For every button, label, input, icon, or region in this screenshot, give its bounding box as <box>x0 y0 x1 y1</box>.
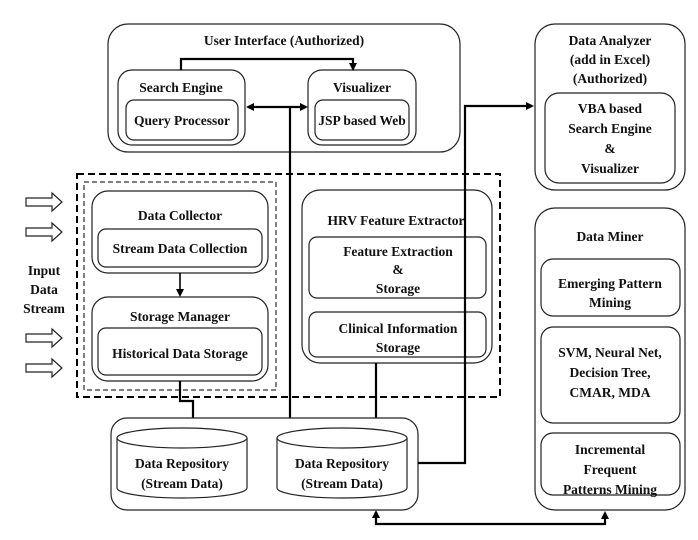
input-arrows: Input Data Stream <box>23 191 66 379</box>
clinical-information-line: Storage <box>376 340 420 355</box>
repository-label-line: (Stream Data) <box>301 476 383 491</box>
input-label-line: Stream <box>23 301 65 316</box>
data-miner-title: Data Miner <box>576 229 643 244</box>
feature-extraction-line: Feature Extraction <box>343 244 453 259</box>
feature-extraction-line: Storage <box>376 281 420 296</box>
system-architecture-diagram: User Interface (Authorized) Search Engin… <box>23 23 686 526</box>
incremental-line: Incremental <box>575 442 645 457</box>
emerging-pattern-line: Emerging Pattern <box>558 276 662 291</box>
input-arrow-icon <box>25 327 63 349</box>
vba-line: VBA based <box>578 101 643 116</box>
historical-data-storage-label: Historical Data Storage <box>112 346 248 361</box>
repository-label-line: Data Repository <box>295 456 389 471</box>
data-repository-right: Data Repository (Stream Data) <box>276 427 408 499</box>
vba-line: Search Engine <box>568 121 651 136</box>
search-engine-title: Search Engine <box>139 80 222 95</box>
repository-label-line: (Stream Data) <box>141 476 223 491</box>
input-arrow-icon <box>25 221 63 243</box>
classifiers-line: Decision Tree, <box>570 365 651 380</box>
repository-label-line: Data Repository <box>135 456 229 471</box>
input-arrow-icon <box>25 357 63 379</box>
classifiers-line: SVM, Neural Net, <box>558 345 661 360</box>
data-analyzer-title-line: Data Analyzer <box>569 33 652 48</box>
incremental-line: Patterns Mining <box>563 482 657 497</box>
input-label-line: Data <box>30 282 58 297</box>
query-processor-label: Query Processor <box>134 113 230 128</box>
clinical-information-line: Clinical Information <box>339 321 458 336</box>
repository-miner-bidirectional-arrow <box>372 510 609 526</box>
data-analyzer-title-line: (Authorized) <box>573 71 647 86</box>
incremental-line: Frequent <box>584 462 638 477</box>
user-interface-title: User Interface (Authorized) <box>204 33 364 48</box>
jsp-web-label: JSP based Web <box>318 113 406 128</box>
vba-line: & <box>604 141 615 156</box>
input-label-line: Input <box>28 263 61 278</box>
data-repository-left: Data Repository (Stream Data) <box>116 427 248 499</box>
vba-line: Visualizer <box>581 161 639 176</box>
data-analyzer-title-line: (add in Excel) <box>570 52 650 67</box>
user-interface-group: User Interface (Authorized) Search Engin… <box>107 23 461 153</box>
feature-extraction-line: & <box>392 262 403 277</box>
emerging-pattern-line: Mining <box>589 295 631 310</box>
input-arrow-icon <box>25 191 63 213</box>
data-collector-title: Data Collector <box>138 208 222 223</box>
stream-data-collection-label: Stream Data Collection <box>113 241 248 256</box>
storage-manager-title: Storage Manager <box>130 309 230 324</box>
classifiers-line: CMAR, MDA <box>570 385 651 400</box>
hrv-title: HRV Feature Extractor <box>328 213 465 228</box>
visualizer-title: Visualizer <box>333 80 391 95</box>
